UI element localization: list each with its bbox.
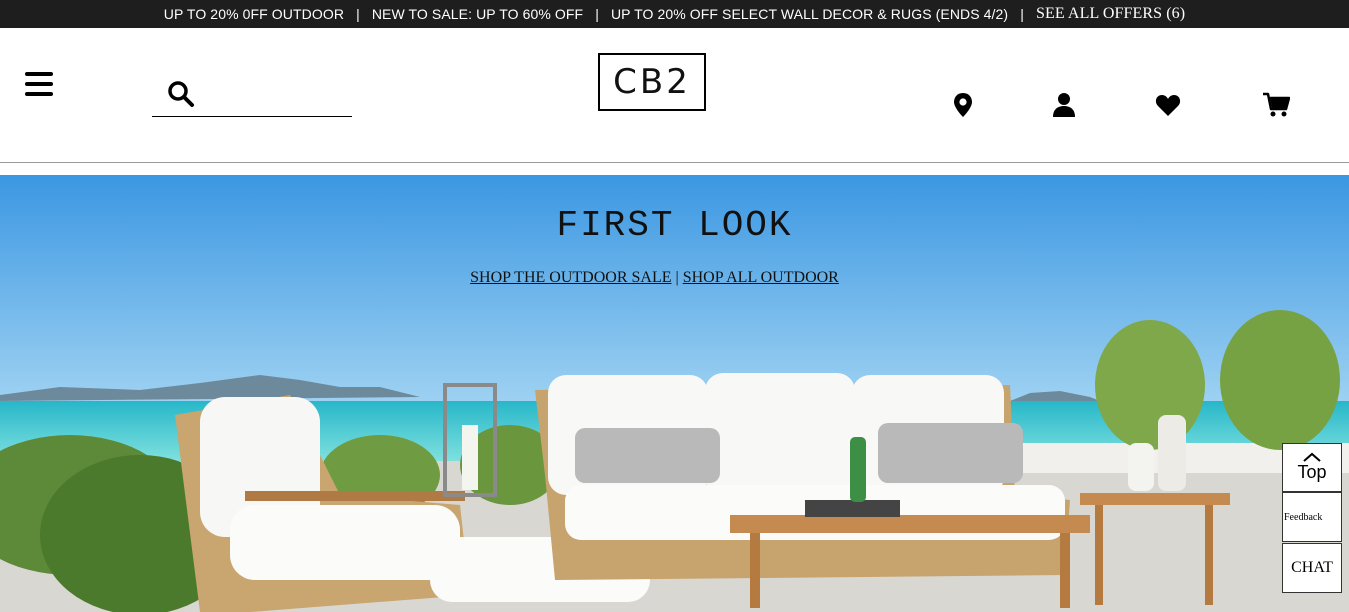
back-to-top-button[interactable]: Top (1282, 443, 1342, 492)
feedback-label: Feedback (1284, 511, 1323, 523)
cart-icon[interactable] (1261, 90, 1291, 120)
menu-icon[interactable] (25, 72, 55, 100)
site-header: CB2 (0, 28, 1349, 164)
cb2-logo[interactable]: CB2 (598, 53, 706, 111)
feedback-button[interactable]: Feedback (1282, 492, 1342, 542)
shop-outdoor-sale-link[interactable]: SHOP THE OUTDOOR SALE (470, 269, 671, 286)
promo-separator: | (1020, 6, 1024, 22)
hero-link-separator: | (675, 269, 679, 286)
heart-icon[interactable] (1153, 90, 1183, 120)
see-all-offers-link[interactable]: SEE ALL OFFERS (6) (1036, 5, 1185, 23)
promo-new-to-sale[interactable]: NEW TO SALE: UP TO 60% OFF (372, 6, 583, 22)
chat-label: CHAT (1291, 559, 1333, 576)
promo-outdoor[interactable]: UP TO 20% 0FF OUTDOOR (164, 6, 344, 22)
search-input[interactable] (204, 82, 344, 108)
chat-button[interactable]: CHAT (1282, 543, 1342, 593)
promo-separator: | (356, 6, 360, 22)
promo-bar: UP TO 20% 0FF OUTDOOR | NEW TO SALE: UP … (0, 0, 1349, 28)
chevron-up-icon (1303, 452, 1321, 462)
top-label: Top (1297, 462, 1327, 482)
promo-separator: | (595, 6, 599, 22)
hero-links: SHOP THE OUTDOOR SALE | SHOP ALL OUTDOOR (0, 269, 1309, 287)
shop-all-outdoor-link[interactable]: SHOP ALL OUTDOOR (683, 269, 839, 286)
hero-banner[interactable]: FIRST LOOK SHOP THE OUTDOOR SALE | SHOP … (0, 175, 1349, 612)
hero-title: FIRST LOOK (556, 205, 793, 246)
promo-wall-decor[interactable]: UP TO 20% OFF SELECT WALL DECOR & RUGS (… (611, 6, 1008, 22)
search-box (152, 72, 352, 117)
search-icon[interactable] (167, 80, 195, 108)
account-icon[interactable] (1049, 90, 1079, 120)
location-pin-icon[interactable] (948, 90, 978, 120)
header-divider (0, 162, 1349, 163)
